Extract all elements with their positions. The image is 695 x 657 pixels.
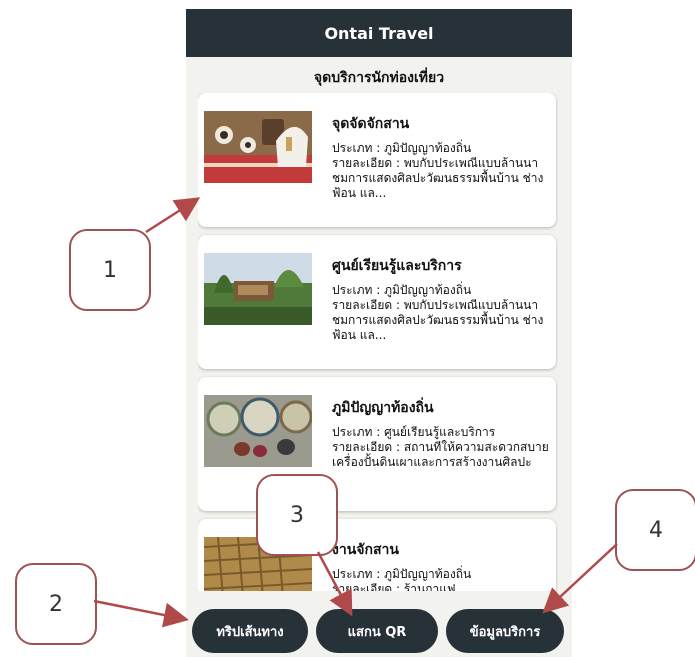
- callout-arrows: [93, 197, 618, 628]
- arrow-3: [316, 551, 353, 617]
- arrow-1: [145, 197, 201, 234]
- arrow-4: [542, 543, 618, 614]
- arrow-2: [93, 599, 189, 628]
